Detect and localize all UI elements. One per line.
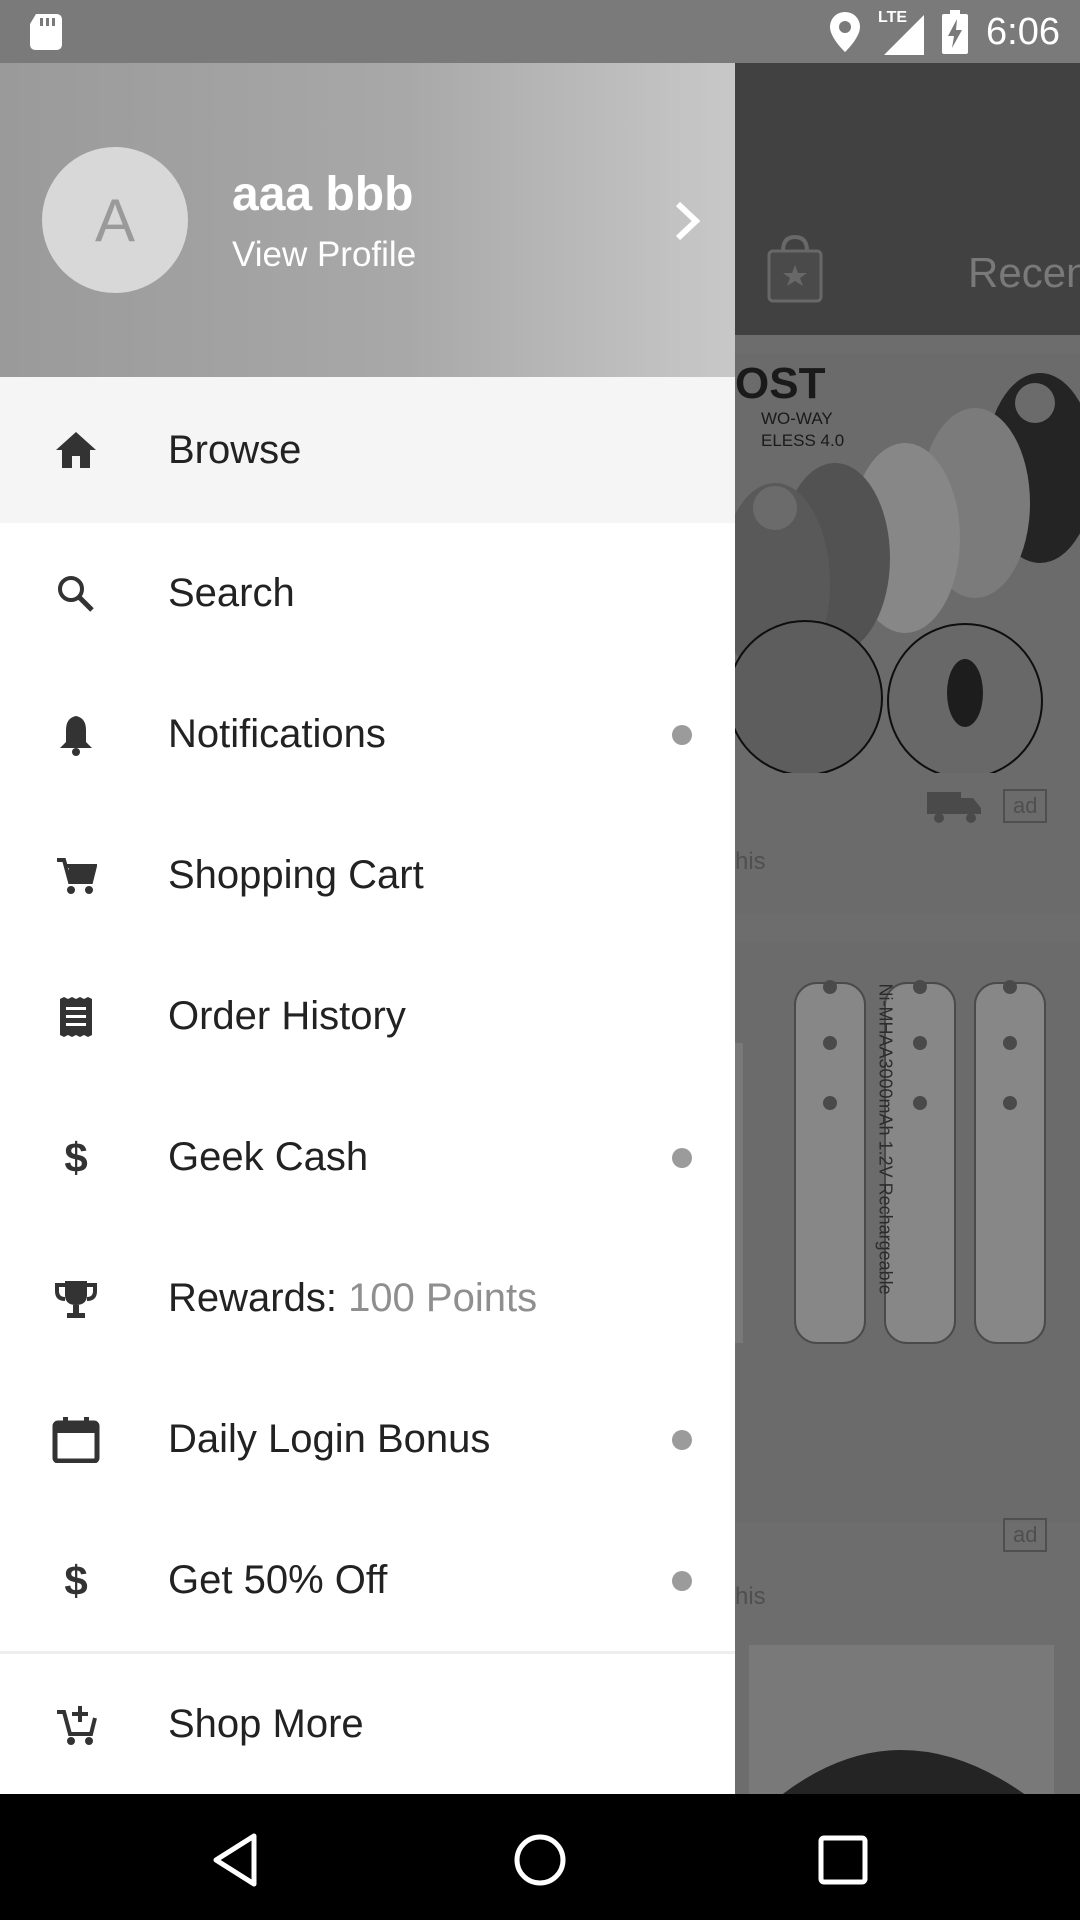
- dollar-icon: $: [64, 1556, 88, 1604]
- back-icon[interactable]: [208, 1832, 264, 1888]
- recents-icon[interactable]: [815, 1832, 871, 1888]
- menu-item-shopping-cart[interactable]: Shopping Cart: [0, 805, 735, 946]
- battery-charging-icon: [942, 10, 969, 54]
- user-name: aaa bbb: [232, 168, 414, 221]
- view-profile-link[interactable]: View Profile: [232, 235, 416, 275]
- notification-dot: [672, 1147, 692, 1168]
- home-circle-icon[interactable]: [512, 1832, 568, 1888]
- menu-item-label: Get 50% Off: [168, 1558, 388, 1602]
- menu-item-label: Browse: [168, 427, 302, 472]
- notification-dot: [672, 1570, 692, 1591]
- menu-item-order-history[interactable]: Order History: [0, 946, 735, 1087]
- clock: 6:06: [986, 10, 1060, 53]
- menu-item-label: Geek Cash: [168, 1135, 369, 1179]
- menu-item-label: Notifications: [168, 712, 386, 756]
- drawer-scrim[interactable]: [735, 63, 1080, 1794]
- menu-item-notifications[interactable]: Notifications: [0, 664, 735, 805]
- add-cart-icon: [50, 1699, 102, 1751]
- notification-dot: [672, 1429, 692, 1450]
- menu-item-browse[interactable]: Browse: [0, 377, 735, 523]
- menu-item-daily-login-bonus[interactable]: Daily Login Bonus: [0, 1369, 735, 1510]
- menu-item-rewards[interactable]: Rewards: 100 Points: [0, 1228, 735, 1369]
- cart-icon: [50, 850, 102, 902]
- rewards-points: 100 Points: [348, 1276, 538, 1320]
- notification-dot: [672, 724, 692, 745]
- menu-item-label: Search: [168, 571, 295, 615]
- menu-item-label: Daily Login Bonus: [168, 1417, 491, 1461]
- menu-item-label: Shopping Cart: [168, 853, 424, 897]
- menu-item-label: Shop More: [168, 1702, 364, 1746]
- menu-item-label: Rewards: 100 Points: [168, 1276, 537, 1321]
- dollar-icon: $: [64, 1133, 88, 1181]
- menu-item-search[interactable]: Search: [0, 523, 735, 664]
- system-nav-bar: [0, 1794, 1080, 1920]
- trophy-icon: [50, 1273, 102, 1325]
- avatar[interactable]: A: [42, 147, 188, 293]
- rewards-label: Rewards:: [168, 1276, 349, 1320]
- menu-item-shop-more[interactable]: Shop More: [0, 1654, 735, 1794]
- location-icon: [830, 12, 861, 52]
- navigation-drawer: A aaa bbb View Profile Browse Search Not…: [0, 63, 735, 1794]
- sd-card-icon: [30, 14, 62, 50]
- search-icon: [50, 568, 102, 620]
- home-icon: [50, 424, 102, 476]
- receipt-icon: [50, 991, 102, 1043]
- status-bar: LTE 6:06: [0, 0, 1080, 63]
- calendar-icon: [50, 1414, 102, 1466]
- drawer-header[interactable]: A aaa bbb View Profile: [0, 63, 735, 377]
- drawer-menu: Browse Search Notifications Shopping Car…: [0, 377, 735, 1794]
- menu-item-geek-cash[interactable]: $ Geek Cash: [0, 1087, 735, 1228]
- bell-icon: [50, 709, 102, 761]
- menu-item-label: Order History: [168, 994, 406, 1038]
- chevron-right-icon[interactable]: [670, 198, 706, 244]
- lte-signal-icon: LTE: [878, 9, 925, 55]
- menu-item-get-50-off[interactable]: $ Get 50% Off: [0, 1510, 735, 1651]
